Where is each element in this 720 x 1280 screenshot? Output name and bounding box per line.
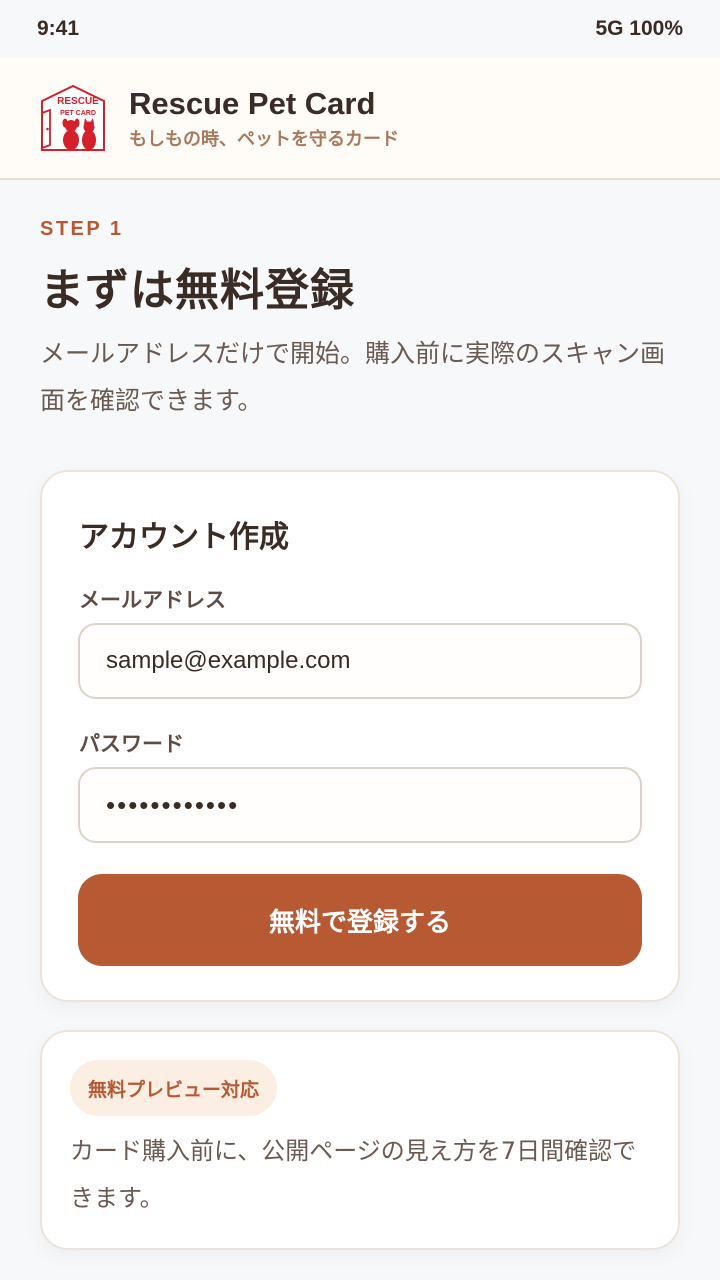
email-label: メールアドレス: [79, 588, 226, 612]
step-label: STEP 1: [40, 218, 124, 240]
rescue-pet-card-logo: RESCUE PET CARD: [41, 84, 105, 151]
brand-title: Rescue Pet Card: [129, 85, 376, 121]
brand-block: Rescue Pet Card もしもの時、ペットを守るカード: [129, 86, 399, 151]
page-title: まずは無料登録: [40, 265, 355, 316]
preview-info-text: カード購入前に、公開ページの見え方を7日間確認できます。: [70, 1137, 637, 1212]
preview-info-card: 無料プレビュー対応 カード購入前に、公開ページの見え方を7日間確認できます。: [40, 1030, 680, 1250]
email-field[interactable]: sample@example.com: [78, 623, 642, 699]
status-network-battery: 5G 100%: [595, 17, 683, 40]
status-bar: 9:41 5G 100%: [0, 0, 720, 58]
password-field[interactable]: ••••••••••••: [78, 767, 642, 843]
free-preview-badge: 無料プレビュー対応: [70, 1060, 278, 1116]
password-label: パスワード: [79, 732, 184, 756]
logo-text-rescue: RESCUE: [57, 96, 99, 107]
brand-subtitle: もしもの時、ペットを守るカード: [129, 128, 399, 150]
status-time: 9:41: [37, 17, 80, 40]
intro-description: メールアドレスだけで開始。購入前に実際のスキャン画面を確認できます。: [40, 339, 666, 415]
logo-text-petcard: PET CARD: [60, 110, 96, 117]
app-header: RESCUE PET CARD Rescue Pet Card もしもの時、ペッ…: [0, 58, 720, 180]
register-button[interactable]: 無料で登録する: [78, 874, 642, 966]
form-title: アカウント作成: [79, 520, 289, 555]
account-form-card: アカウント作成 メールアドレス sample@example.com パスワード…: [40, 470, 680, 1002]
